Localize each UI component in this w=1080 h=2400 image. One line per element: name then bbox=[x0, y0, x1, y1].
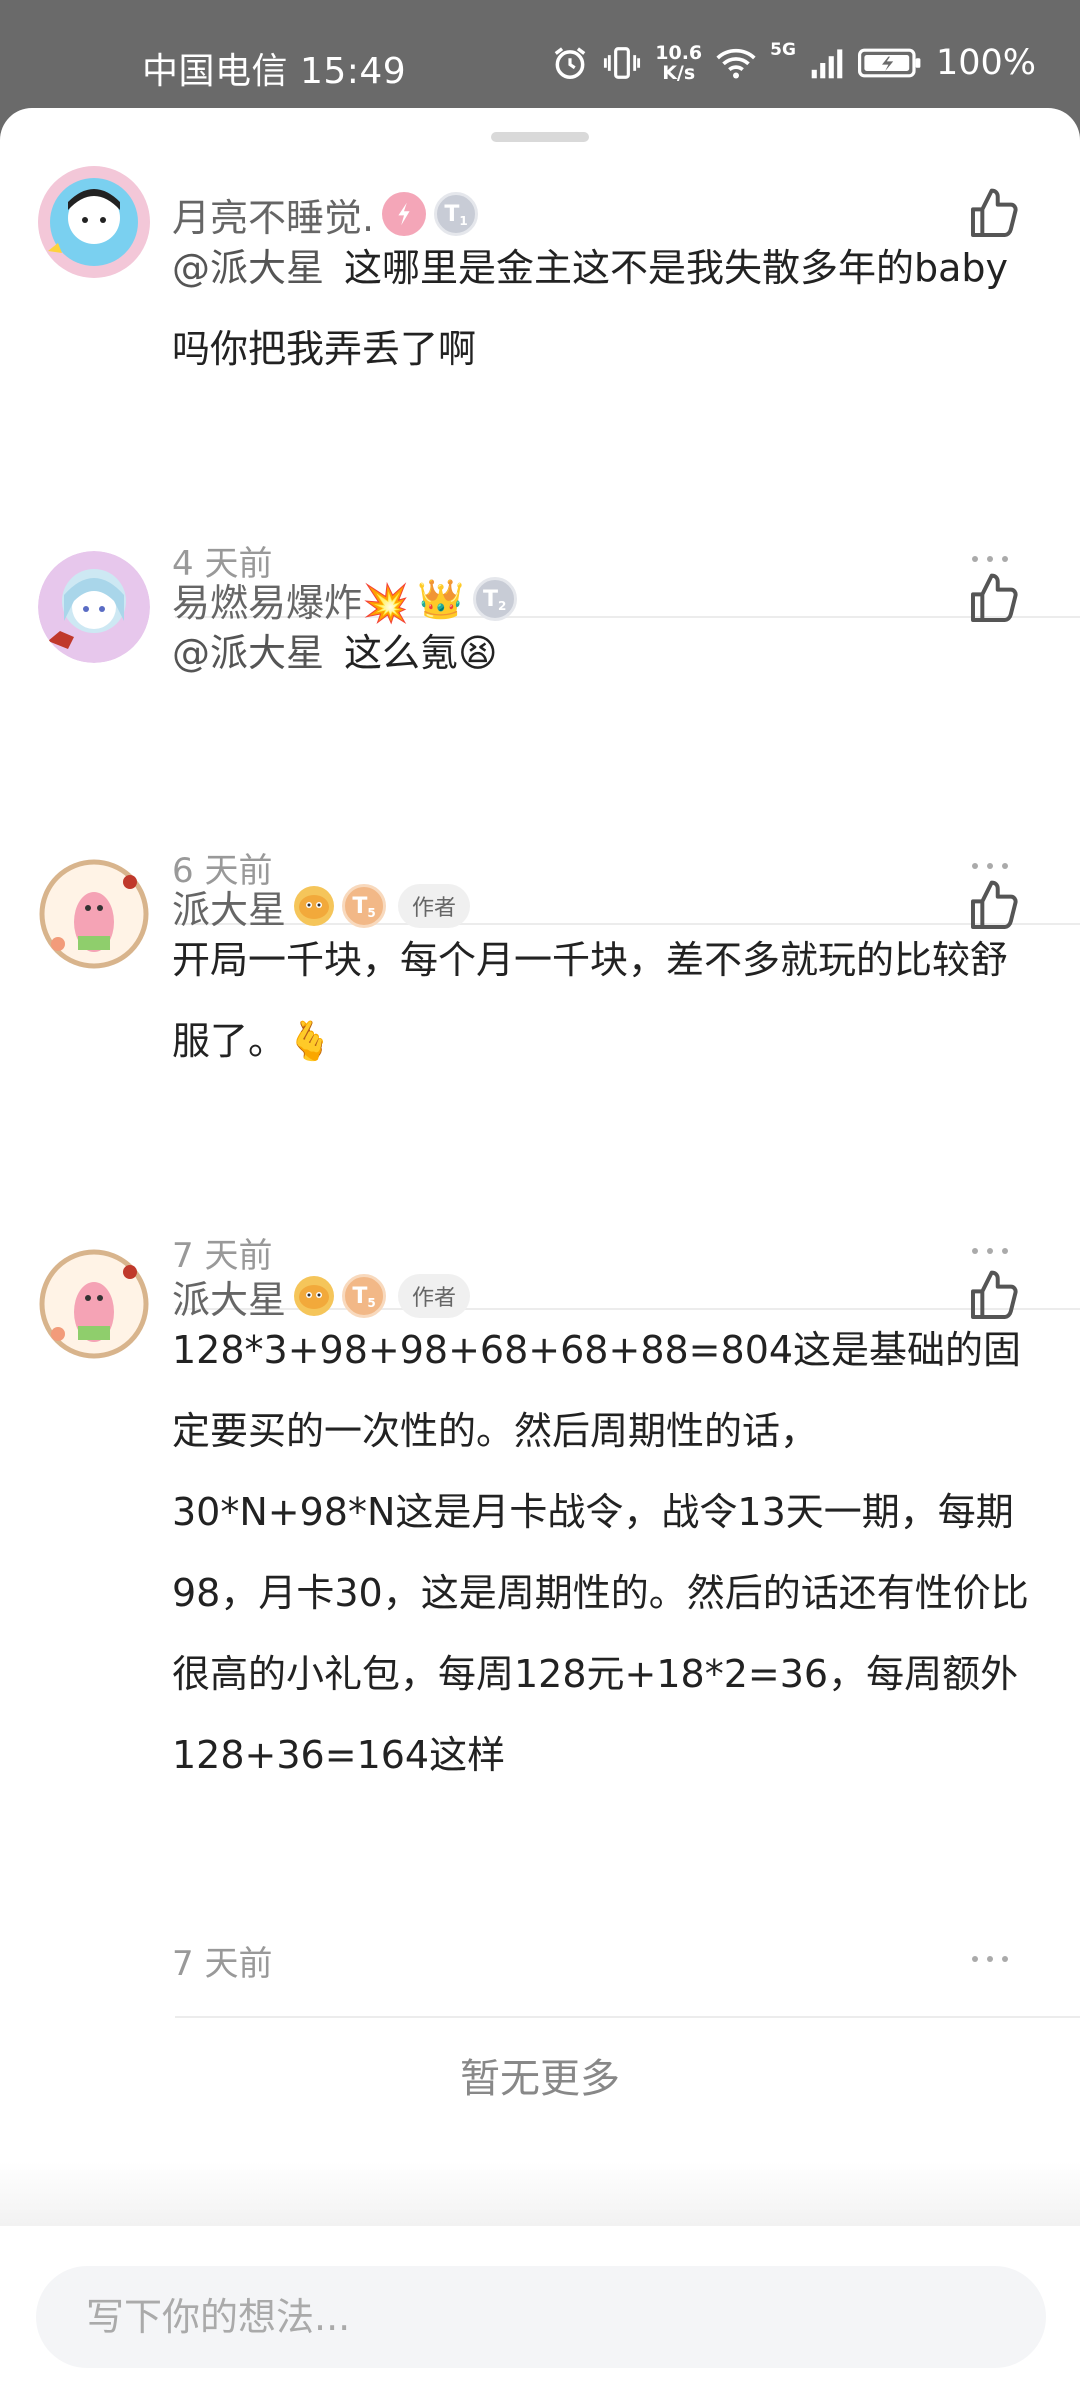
comment-body: 128*3+98+98+68+68+88=804这是基础的固定要买的一次性的。然… bbox=[172, 1310, 1032, 1796]
mention-link[interactable]: @派大星 bbox=[172, 631, 324, 675]
mention-link[interactable]: @派大星 bbox=[172, 246, 324, 290]
avatar[interactable] bbox=[38, 858, 150, 970]
more-options-icon[interactable] bbox=[970, 554, 1010, 564]
signal-icon bbox=[811, 49, 843, 79]
comment-text: 128*3+98+98+68+68+88=804这是基础的固定要买的一次性的。然… bbox=[172, 1328, 1029, 1777]
list-bottom-fade bbox=[0, 2162, 1080, 2226]
divider bbox=[175, 2016, 1080, 2018]
comment-body: @派大星 这么氪😫 bbox=[172, 613, 1032, 694]
net-speed: 10.6 K/s bbox=[655, 42, 703, 84]
comment-input-bar: 写下你的想法... bbox=[0, 2226, 1080, 2400]
comment-text: 这么氪😫 bbox=[344, 631, 498, 675]
wifi-icon bbox=[716, 48, 756, 79]
avatar[interactable] bbox=[38, 166, 150, 278]
more-options-icon[interactable] bbox=[970, 861, 1010, 871]
alarm-icon bbox=[554, 47, 586, 79]
comment-time: 7 天前 bbox=[172, 1944, 273, 1984]
signal-label: 5G bbox=[770, 40, 796, 60]
comments-sheet: 月亮不睡觉. T1 @派大星 这哪里是金主这不是我失散多年的baby吗你把我弄丢了… bbox=[0, 108, 1080, 2400]
status-icons: 10.6 K/s 5G 100% bbox=[551, 38, 1036, 88]
drag-handle[interactable] bbox=[491, 132, 589, 142]
more-options-icon[interactable] bbox=[970, 1246, 1010, 1256]
comment-input[interactable]: 写下你的想法... bbox=[36, 2266, 1046, 2368]
no-more-label: 暂无更多 bbox=[460, 2056, 620, 2102]
carrier-time: 中国电信 15:49 bbox=[142, 51, 407, 92]
battery-icon bbox=[857, 48, 921, 78]
battery-percent: 100% bbox=[935, 43, 1036, 83]
vibrate-icon bbox=[604, 47, 641, 79]
comment-body: @派大星 这哪里是金主这不是我失散多年的baby吗你把我弄丢了啊 bbox=[172, 228, 1032, 390]
avatar[interactable] bbox=[38, 1248, 150, 1360]
more-options-icon[interactable] bbox=[970, 1954, 1010, 1964]
comment-text: 开局一千块，每个月一千块，差不多就玩的比较舒服了。🫰 bbox=[172, 938, 1009, 1063]
avatar[interactable] bbox=[38, 551, 150, 663]
comment-body: 开局一千块，每个月一千块，差不多就玩的比较舒服了。🫰 bbox=[172, 920, 1032, 1082]
